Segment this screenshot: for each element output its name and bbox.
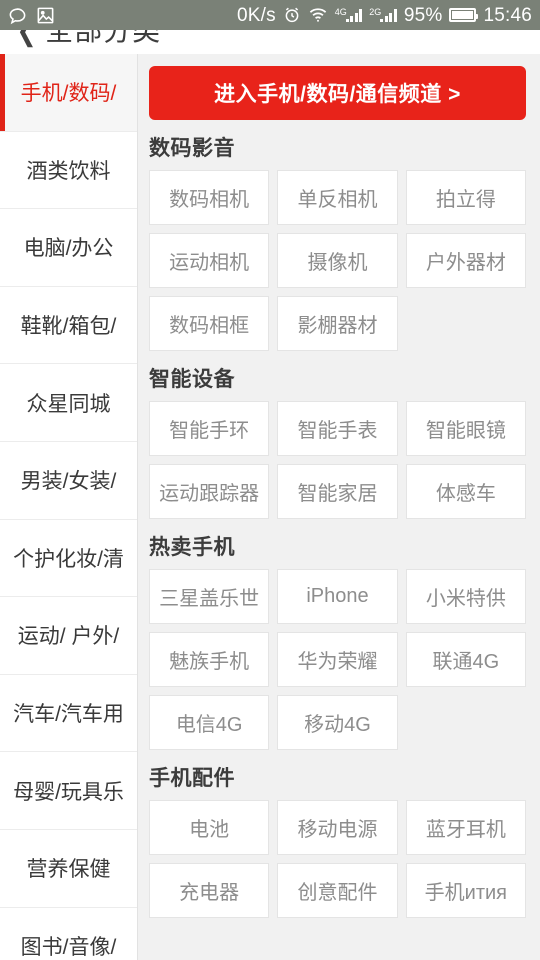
wifi-icon bbox=[308, 7, 328, 23]
section-title: 热卖手机 bbox=[149, 536, 235, 559]
sidebar-item-label: 男装/女装/ bbox=[20, 470, 117, 494]
tile-item[interactable]: iPhone bbox=[277, 569, 398, 624]
status-bar-left bbox=[8, 6, 55, 25]
tile-item[interactable]: 影棚器材 bbox=[277, 296, 398, 351]
clock-label: 15:46 bbox=[483, 4, 532, 26]
tile-item[interactable]: 智能家居 bbox=[277, 464, 398, 519]
sidebar-item-label: 汽车/汽车用 bbox=[13, 703, 124, 727]
tile-item[interactable]: 摄像机 bbox=[277, 233, 398, 288]
category-browser-screen: 0K/s 4G 2G 95% 15:46 ❮ 全部分类 手机/数码/ 酒类饮料 … bbox=[0, 0, 540, 960]
sidebar-item-computer-office[interactable]: 电脑/办公 bbox=[0, 209, 137, 287]
signal-bars-icon bbox=[380, 8, 397, 22]
enter-channel-button[interactable]: 进入手机/数码/通信频道 > bbox=[149, 66, 526, 120]
sidebar-item-label: 鞋靴/箱包/ bbox=[20, 315, 117, 339]
status-bar: 0K/s 4G 2G 95% 15:46 bbox=[0, 0, 540, 30]
tile-item[interactable]: 拍立得 bbox=[405, 170, 526, 225]
tile-item[interactable]: 电池 bbox=[149, 800, 270, 855]
section-phone-accessories: 手机配件 电池 移动电源 蓝牙耳机 充电器 创意配件 手机ития bbox=[138, 750, 540, 918]
tile-item[interactable]: 户外器材 bbox=[405, 233, 526, 288]
section-title: 智能设备 bbox=[149, 368, 235, 391]
sidebar-item-label: 众星同城 bbox=[26, 392, 111, 416]
tile-item[interactable]: 运动相机 bbox=[149, 233, 270, 288]
tile-item[interactable]: 创意配件 bbox=[277, 863, 398, 918]
tile-grid: 电池 移动电源 蓝牙耳机 充电器 创意配件 手机ития bbox=[149, 800, 526, 918]
body-container: 手机/数码/ 酒类饮料 电脑/办公 鞋靴/箱包/ 众星同城 男装/女装/ 个护化… bbox=[0, 54, 540, 960]
channel-banner-wrap: 进入手机/数码/通信频道 > bbox=[138, 54, 540, 120]
sidebar-item-label: 图书/音像/ bbox=[20, 935, 117, 959]
tile-item[interactable]: 运动跟踪器 bbox=[149, 464, 270, 519]
battery-icon bbox=[449, 8, 479, 22]
tile-item[interactable]: 智能手表 bbox=[277, 401, 398, 456]
sidebar-item-maternal-toys[interactable]: 母婴/玩具乐 bbox=[0, 752, 137, 830]
battery-percent-label: 95% bbox=[403, 4, 443, 26]
tile-item[interactable]: 充电器 bbox=[149, 863, 270, 918]
signal-bars-icon bbox=[345, 8, 363, 22]
tile-item[interactable]: 数码相框 bbox=[149, 296, 270, 351]
section-title: 手机配件 bbox=[149, 767, 235, 790]
chat-bubble-icon bbox=[8, 6, 27, 25]
section-title: 数码影音 bbox=[149, 137, 235, 160]
tile-item[interactable]: 魅族手机 bbox=[149, 632, 270, 687]
sidebar-item-label: 母婴/玩具乐 bbox=[13, 780, 124, 804]
sidebar-item-personal-care-cosmetics[interactable]: 个护化妆/清 bbox=[0, 519, 137, 598]
sidebar-item-label: 个护化妆/清 bbox=[13, 547, 124, 571]
tile-item[interactable]: 智能手环 bbox=[149, 401, 270, 456]
sidebar-item-label: 酒类饮料 bbox=[26, 159, 111, 183]
sidebar-item-shoes-bags[interactable]: 鞋靴/箱包/ bbox=[0, 286, 137, 365]
signal-2g-indicator: 2G bbox=[369, 8, 397, 22]
alarm-clock-icon bbox=[283, 6, 301, 24]
tile-item[interactable]: 移动电源 bbox=[277, 800, 398, 855]
sidebar-item-mobile-digital[interactable]: 手机/数码/ bbox=[0, 54, 137, 132]
sidebar-item-mens-womens-wear[interactable]: 男装/女装/ bbox=[0, 441, 137, 520]
tile-item[interactable]: 小米特供 bbox=[405, 569, 526, 624]
sidebar-item-books-audio-video[interactable]: 图书/音像/ bbox=[0, 907, 137, 960]
tile-item[interactable]: 电信4G bbox=[149, 695, 270, 750]
tile-grid: 智能手环 智能手表 智能眼镜 运动跟踪器 智能家居 体感车 bbox=[149, 401, 526, 519]
tile-item[interactable]: 移动4G bbox=[277, 695, 398, 750]
category-sidebar[interactable]: 手机/数码/ 酒类饮料 电脑/办公 鞋靴/箱包/ 众星同城 男装/女装/ 个护化… bbox=[0, 54, 138, 960]
tile-item[interactable]: 手机ития bbox=[405, 863, 526, 918]
sidebar-item-label: 手机/数码/ bbox=[20, 82, 117, 106]
category-content-panel[interactable]: 进入手机/数码/通信频道 > 数码影音 数码相机 单反相机 拍立得 运动相机 摄… bbox=[138, 54, 540, 960]
tile-item[interactable]: 蓝牙耳机 bbox=[405, 800, 526, 855]
tile-item[interactable]: 单反相机 bbox=[277, 170, 398, 225]
tile-item[interactable]: 三星盖乐世 bbox=[149, 569, 270, 624]
sidebar-item-nutrition-health[interactable]: 营养保健 bbox=[0, 829, 137, 908]
tile-item[interactable]: 数码相机 bbox=[149, 170, 270, 225]
sidebar-item-label: 营养保健 bbox=[26, 858, 111, 882]
section-digital-av: 数码影音 数码相机 单反相机 拍立得 运动相机 摄像机 户外器材 数码相框 影棚… bbox=[138, 120, 540, 351]
tile-item[interactable]: 华为荣耀 bbox=[277, 632, 398, 687]
tile-item[interactable]: 体感车 bbox=[405, 464, 526, 519]
tile-item[interactable]: 联通4G bbox=[405, 632, 526, 687]
section-hot-phones: 热卖手机 三星盖乐世 iPhone 小米特供 魅族手机 华为荣耀 联通4G 电信… bbox=[138, 519, 540, 750]
sidebar-item-alcohol-drinks[interactable]: 酒类饮料 bbox=[0, 131, 137, 210]
sidebar-item-label: 运动/ 户外/ bbox=[17, 625, 120, 649]
sidebar-item-auto-supplies[interactable]: 汽车/汽车用 bbox=[0, 674, 137, 753]
tile-item[interactable]: 智能眼镜 bbox=[405, 401, 526, 456]
sidebar-item-label: 电脑/办公 bbox=[23, 237, 114, 261]
status-bar-right: 0K/s 4G 2G 95% 15:46 bbox=[237, 6, 532, 25]
network-speed-label: 0K/s bbox=[236, 4, 276, 26]
image-icon bbox=[36, 6, 55, 25]
sidebar-item-local-city[interactable]: 众星同城 bbox=[0, 364, 137, 442]
tile-grid: 三星盖乐世 iPhone 小米特供 魅族手机 华为荣耀 联通4G 电信4G 移动… bbox=[149, 569, 526, 750]
sidebar-item-sports-outdoor[interactable]: 运动/ 户外/ bbox=[0, 597, 137, 675]
signal-4g-indicator: 4G bbox=[335, 8, 363, 22]
tile-grid: 数码相机 单反相机 拍立得 运动相机 摄像机 户外器材 数码相框 影棚器材 bbox=[149, 170, 526, 351]
section-smart-devices: 智能设备 智能手环 智能手表 智能眼镜 运动跟踪器 智能家居 体感车 bbox=[138, 351, 540, 519]
